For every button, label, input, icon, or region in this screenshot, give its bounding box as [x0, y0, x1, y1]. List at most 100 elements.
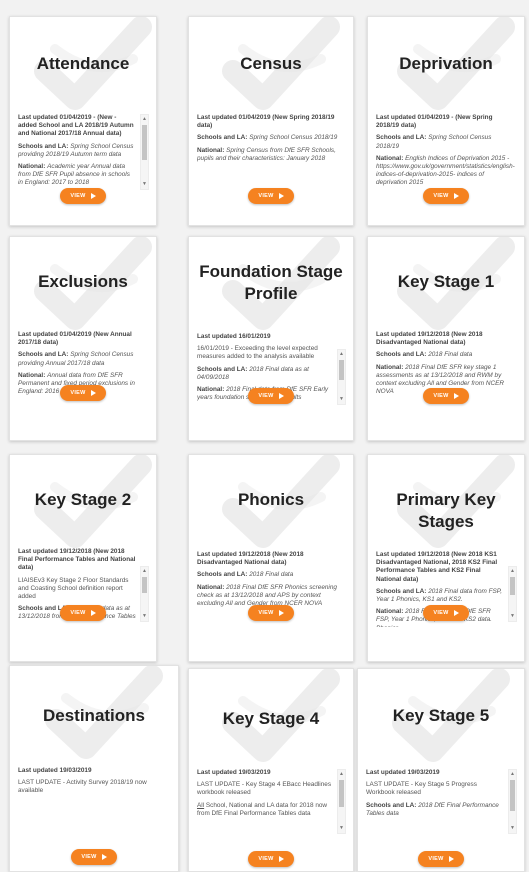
scroll-down-arrow-icon[interactable]: ▼ [509, 612, 516, 621]
card-title: Deprivation [399, 54, 493, 73]
scroll-up-arrow-icon[interactable]: ▲ [338, 770, 345, 779]
view-button[interactable]: VIEW [60, 385, 106, 401]
scroll-up-arrow-icon[interactable]: ▲ [141, 567, 148, 576]
card-census: Census Last updated 01/04/2019 (New Sprin… [188, 16, 354, 226]
card-description: Last updated 01/04/2019 - (New Spring 20… [376, 114, 516, 190]
scroll-up-arrow-icon[interactable]: ▲ [338, 350, 345, 359]
view-button[interactable]: VIEW [60, 188, 106, 204]
description-paragraph: Schools and LA: Spring School Census 201… [376, 134, 516, 150]
description-paragraph: Schools and LA: Spring School Census 201… [197, 134, 345, 142]
play-arrow-icon [453, 193, 459, 199]
scrollbar-thumb[interactable] [510, 780, 515, 811]
description-text: Schools and LA: [366, 801, 419, 809]
description-text: Last updated 19/12/2018 (New 2018 Disadv… [376, 331, 483, 347]
view-button[interactable]: VIEW [248, 605, 294, 621]
card-title: Destinations [42, 706, 146, 725]
play-arrow-icon [278, 393, 284, 399]
card-title: Foundation Stage Profile [199, 262, 343, 303]
description-text: Schools and LA: [197, 365, 250, 373]
scrollbar-thumb[interactable] [339, 780, 344, 807]
scroll-down-arrow-icon[interactable]: ▼ [509, 824, 516, 833]
description-text: National: [376, 608, 406, 616]
scroll-down-arrow-icon[interactable]: ▼ [141, 180, 148, 189]
description-text: 16/01/2019 - Exceeding the level expecte… [197, 345, 318, 361]
description-paragraph: Schools and LA: 2018 Final data as at 04… [197, 366, 333, 382]
view-button[interactable]: VIEW [248, 851, 294, 867]
view-button[interactable]: VIEW [423, 388, 469, 404]
description-text: Schools and LA: [18, 351, 71, 359]
description-text: Last updated 19/03/2019 [197, 769, 271, 776]
scroll-up-arrow-icon[interactable]: ▲ [141, 115, 148, 124]
view-button-label: VIEW [433, 193, 449, 199]
card-title: Phonics [237, 490, 305, 509]
description-paragraph: Schools and LA: 2018 Final data from FSP… [376, 588, 504, 604]
description-scrollbar[interactable]: ▲ ▼ [337, 769, 346, 834]
view-button-label: VIEW [81, 854, 97, 860]
scroll-up-arrow-icon[interactable]: ▲ [509, 567, 516, 576]
description-paragraph: LAST UPDATE - Key Stage 5 Progress Workb… [366, 781, 504, 797]
description-paragraph: Last updated 19/03/2019 [18, 767, 170, 775]
play-arrow-icon [278, 193, 284, 199]
scroll-up-arrow-icon[interactable]: ▲ [509, 770, 516, 779]
view-button-label: VIEW [258, 610, 274, 616]
description-paragraph: National: Spring Census from DfE SFR Sch… [197, 147, 345, 163]
description-paragraph: Last updated 01/04/2019 (New Annual 2017… [18, 331, 148, 347]
card-description: Last updated 01/04/2019 (New Spring 2018… [197, 114, 345, 190]
description-paragraph: LIAISEv3 Key Stage 2 Floor Standards and… [18, 577, 136, 602]
scrollbar-thumb[interactable] [142, 125, 147, 160]
description-paragraph: Last updated 16/01/2019 [197, 333, 333, 341]
view-button[interactable]: VIEW [248, 188, 294, 204]
description-text: Last updated 16/01/2019 [197, 333, 271, 340]
description-text: Last updated 01/04/2019 - (New Spring 20… [376, 114, 493, 130]
description-paragraph: Schools and LA: 2018 Final data [197, 571, 345, 579]
description-paragraph: LAST UPDATE - Activity Survey 2018/19 no… [18, 779, 170, 795]
card-phonics: Phonics Last updated 19/12/2018 (New 2018… [188, 454, 354, 662]
play-arrow-icon [278, 856, 284, 862]
description-text: LIAISEv3 Key Stage 2 Floor Standards and… [18, 576, 129, 601]
card-deprivation: Deprivation Last updated 01/04/2019 - (Ne… [367, 16, 525, 226]
description-paragraph: Last updated 19/03/2019 [366, 769, 504, 777]
description-scrollbar[interactable]: ▲ ▼ [140, 566, 149, 622]
scroll-down-arrow-icon[interactable]: ▼ [338, 824, 345, 833]
card-key-stage-5: Key Stage 5 Last updated 19/03/2019 LAST U… [357, 668, 525, 872]
view-button[interactable]: VIEW [71, 849, 117, 865]
description-paragraph: Last updated 19/12/2018 (New 2018 Disadv… [376, 331, 516, 347]
view-button[interactable]: VIEW [60, 605, 106, 621]
description-scrollbar[interactable]: ▲ ▼ [140, 114, 149, 190]
card-title: Census [240, 54, 302, 73]
scrollbar-thumb[interactable] [142, 577, 147, 593]
description-text: Last updated 19/12/2018 (New 2018 Disadv… [197, 551, 304, 567]
description-paragraph: National: English Indices of Deprivation… [376, 155, 516, 188]
card-title: Key Stage 4 [222, 709, 320, 728]
view-button[interactable]: VIEW [248, 388, 294, 404]
view-button-label: VIEW [433, 610, 449, 616]
card-title: Key Stage 2 [34, 490, 132, 509]
description-text: National: [18, 371, 48, 379]
description-text: Last updated 19/03/2019 [18, 767, 92, 774]
view-button[interactable]: VIEW [423, 605, 469, 621]
card-description: Last updated 19/03/2019 LAST UPDATE - Act… [18, 767, 170, 827]
card-key-stage-2: Key Stage 2 Last updated 19/12/2018 (New … [9, 454, 157, 662]
card-primary-key-stages: Primary Key Stages Last updated 19/12/201… [367, 454, 525, 662]
scroll-down-arrow-icon[interactable]: ▼ [338, 395, 345, 404]
description-paragraph: Last updated 19/03/2019 [197, 769, 333, 777]
description-text: School, National and LA data for 2018 no… [197, 801, 328, 817]
description-paragraph: Last updated 01/04/2019 - (New Spring 20… [376, 114, 516, 130]
view-button[interactable]: VIEW [423, 188, 469, 204]
description-paragraph: Schools and LA: Spring School Census pro… [18, 351, 148, 367]
description-scrollbar[interactable]: ▲ ▼ [508, 769, 517, 834]
card-description: Last updated 19/03/2019 LAST UPDATE - Key… [366, 769, 504, 834]
description-scrollbar[interactable]: ▲ ▼ [508, 566, 517, 622]
scroll-down-arrow-icon[interactable]: ▼ [141, 612, 148, 621]
description-paragraph: LAST UPDATE - Key Stage 4 EBacc Headline… [197, 781, 333, 797]
play-arrow-icon [101, 854, 107, 860]
description-scrollbar[interactable]: ▲ ▼ [337, 349, 346, 405]
card-destinations: Destinations Last updated 19/03/2019 LAST … [9, 665, 179, 872]
description-text: Last updated 01/04/2019 (New Annual 2017… [18, 331, 132, 347]
view-button[interactable]: VIEW [418, 851, 464, 867]
card-title: Key Stage 1 [397, 272, 495, 291]
scrollbar-thumb[interactable] [339, 360, 344, 380]
description-text: Schools and LA: [18, 142, 71, 150]
scrollbar-thumb[interactable] [510, 577, 515, 595]
description-text: National: [197, 146, 227, 154]
